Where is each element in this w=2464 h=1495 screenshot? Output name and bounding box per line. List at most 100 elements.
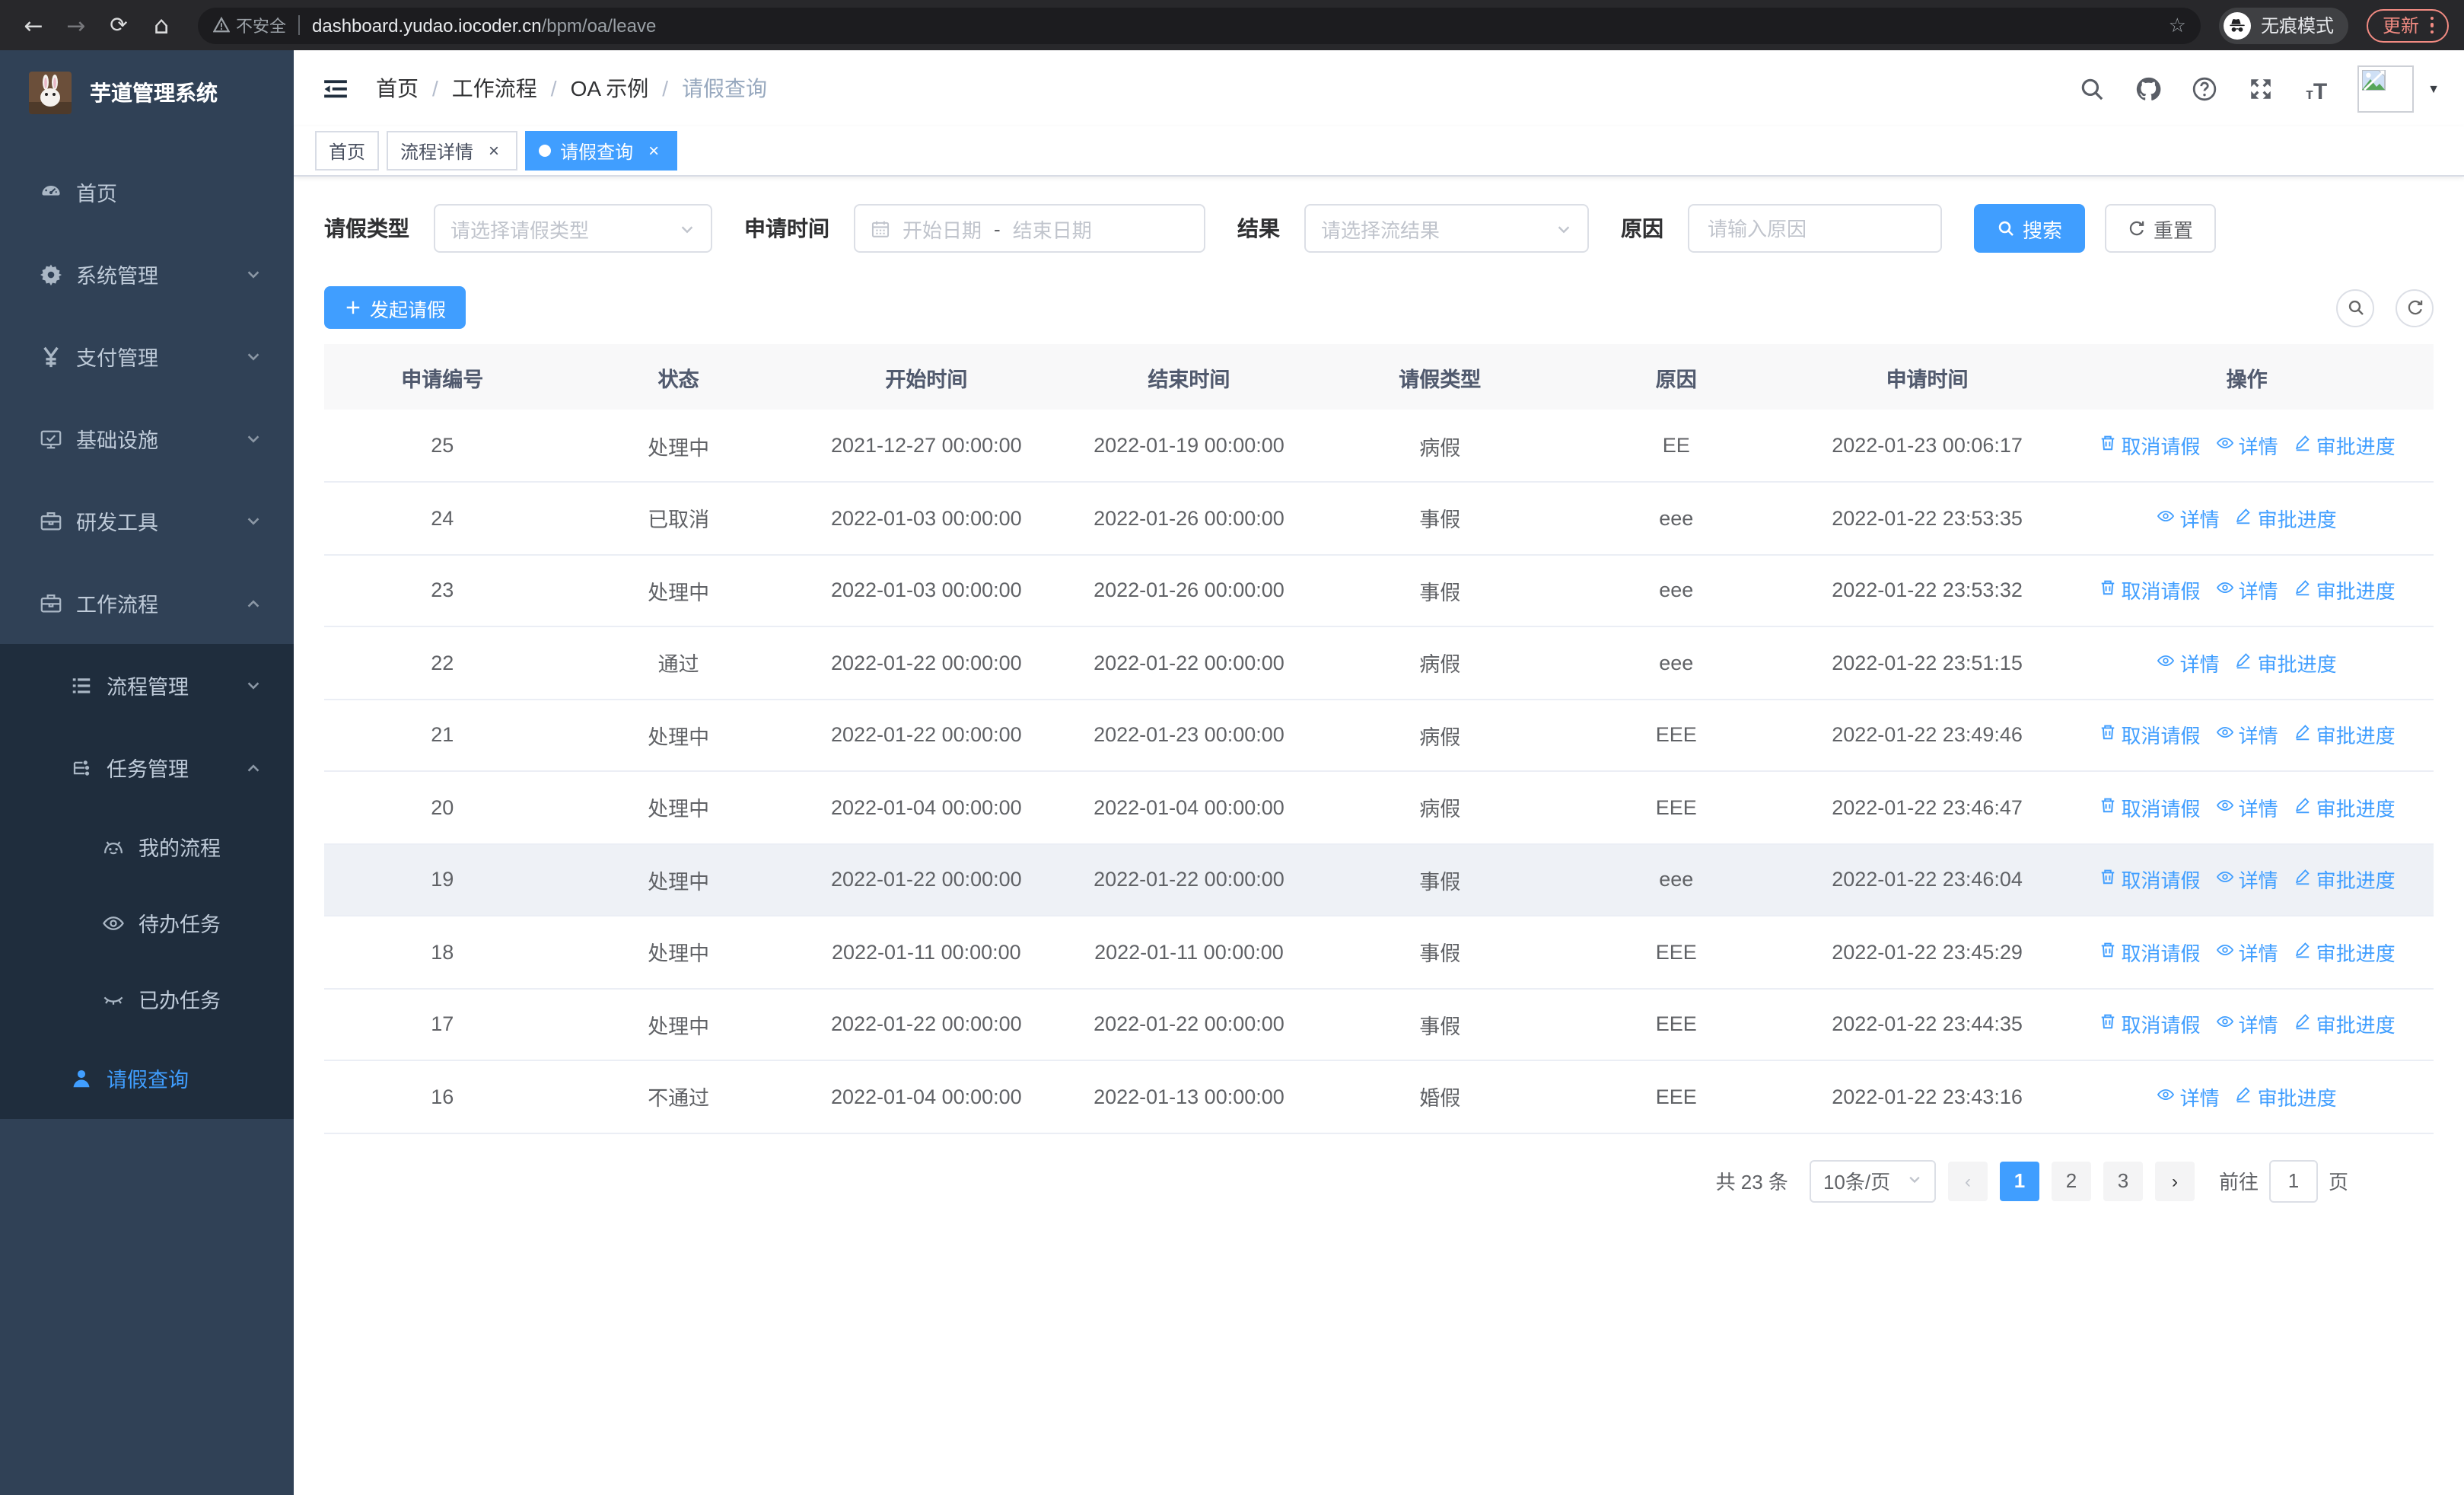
- progress-action-link[interactable]: 审批进度: [2294, 721, 2396, 750]
- detail-action-link[interactable]: 详情: [2216, 793, 2278, 822]
- eye-icon: [2216, 579, 2234, 602]
- sidebar-item-3-yen[interactable]: 支付管理: [0, 315, 294, 397]
- prev-page-button[interactable]: ‹: [1947, 1161, 1988, 1200]
- sidebar-item-8-flow[interactable]: 任务管理: [0, 726, 294, 808]
- cell-end: 2022-01-19 00:00:00: [1055, 410, 1323, 483]
- reason-input[interactable]: [1705, 215, 1925, 241]
- progress-action-link[interactable]: 审批进度: [2294, 865, 2396, 894]
- reset-button[interactable]: 重置: [2105, 204, 2217, 253]
- cell-applied: 2022-01-23 00:06:17: [1794, 410, 2061, 483]
- progress-action-link[interactable]: 审批进度: [2294, 431, 2396, 460]
- progress-action-link[interactable]: 审批进度: [2235, 504, 2337, 533]
- cell-reason: EE: [1558, 410, 1794, 483]
- action-label: 审批进度: [2316, 797, 2396, 821]
- detail-action-link[interactable]: 详情: [2216, 938, 2278, 967]
- detail-action-link[interactable]: 详情: [2157, 649, 2220, 677]
- sidebar-item-10-eye[interactable]: 待办任务: [0, 885, 294, 961]
- cancel-action-link[interactable]: 取消请假: [2099, 938, 2201, 967]
- cancel-action-link[interactable]: 取消请假: [2099, 793, 2201, 822]
- tab-首页[interactable]: 首页: [315, 131, 380, 171]
- cancel-action-link[interactable]: 取消请假: [2099, 431, 2201, 460]
- avatar-caret-icon[interactable]: ▼: [2427, 81, 2440, 95]
- sidebar-item-label: 任务管理: [107, 758, 189, 781]
- tab-close-icon[interactable]: ×: [484, 141, 504, 161]
- progress-action-link[interactable]: 审批进度: [2235, 1082, 2337, 1111]
- cell-status: 不通过: [560, 1060, 797, 1133]
- home-icon[interactable]: ⌂: [143, 7, 180, 43]
- show-search-button[interactable]: [2336, 288, 2374, 327]
- next-page-button[interactable]: ›: [2154, 1161, 2195, 1200]
- fullscreen-icon[interactable]: [2245, 73, 2275, 104]
- progress-action-link[interactable]: 审批进度: [2294, 1010, 2396, 1039]
- security-warning[interactable]: 不安全: [213, 13, 286, 37]
- page-size-select[interactable]: 10条/页: [1809, 1159, 1936, 1202]
- cancel-action-link[interactable]: 取消请假: [2099, 721, 2201, 750]
- address-bar[interactable]: 不安全 dashboard.yudao.iocoder.cn /bpm/oa/l…: [198, 7, 2201, 43]
- page-button-2[interactable]: 2: [2051, 1161, 2091, 1200]
- detail-action-link[interactable]: 详情: [2216, 431, 2278, 460]
- sidebar-item-5-toolbox[interactable]: 研发工具: [0, 480, 294, 562]
- page-button-1[interactable]: 1: [1999, 1161, 2039, 1200]
- sidebar-item-4-monitor[interactable]: 基础设施: [0, 397, 294, 480]
- cell-status: 处理中: [560, 988, 797, 1061]
- table-row: 17 处理中 2022-01-22 00:00:00 2022-01-22 00:00…: [324, 988, 2434, 1061]
- sidebar-item-11-eye-closed[interactable]: 已办任务: [0, 961, 294, 1037]
- cell-actions: 取消请假 详情 审批进度: [2060, 554, 2434, 627]
- breadcrumb-item[interactable]: OA 示例: [571, 73, 649, 104]
- cell-end: 2022-01-04 00:00:00: [1055, 771, 1323, 844]
- detail-action-link[interactable]: 详情: [2157, 1082, 2220, 1111]
- page-button-3[interactable]: 3: [2103, 1161, 2143, 1200]
- action-label: 详情: [2238, 435, 2278, 458]
- reload-icon[interactable]: ⟳: [100, 7, 137, 43]
- breadcrumb-item[interactable]: 工作流程: [452, 73, 537, 104]
- browser-menu-icon[interactable]: [2430, 16, 2434, 34]
- cancel-action-link[interactable]: 取消请假: [2099, 576, 2201, 605]
- tab-close-icon[interactable]: ×: [644, 141, 664, 161]
- sidebar-item-7-list[interactable]: 流程管理: [0, 644, 294, 726]
- trash-icon: [2099, 1013, 2117, 1036]
- sidebar-collapse-icon[interactable]: [318, 72, 352, 105]
- bookmark-star-icon[interactable]: ☆: [2169, 13, 2186, 37]
- sidebar-item-1-dashboard[interactable]: 首页: [0, 151, 294, 233]
- sidebar-item-9-robot[interactable]: 我的流程: [0, 808, 294, 885]
- progress-action-link[interactable]: 审批进度: [2294, 793, 2396, 822]
- detail-action-link[interactable]: 详情: [2216, 576, 2278, 605]
- tab-流程详情[interactable]: 流程详情 ×: [387, 131, 518, 171]
- pen-icon: [2294, 434, 2312, 457]
- detail-action-link[interactable]: 详情: [2216, 865, 2278, 894]
- breadcrumb-item[interactable]: 首页: [376, 73, 419, 104]
- avatar[interactable]: [2357, 65, 2415, 112]
- back-icon[interactable]: ←: [15, 7, 52, 43]
- table-row: 21 处理中 2022-01-22 00:00:00 2022-01-23 00:00…: [324, 699, 2434, 772]
- sidebar-item-12-user[interactable]: 请假查询: [0, 1037, 294, 1119]
- detail-action-link[interactable]: 详情: [2157, 504, 2220, 533]
- sidebar-item-label: 支付管理: [76, 347, 158, 370]
- apply-time-range-picker[interactable]: 开始日期 - 结束日期: [854, 204, 1205, 253]
- tab-请假查询[interactable]: 请假查询 ×: [525, 131, 678, 171]
- result-select[interactable]: 请选择流结果: [1304, 204, 1589, 253]
- action-label: 审批进度: [2316, 725, 2396, 748]
- progress-action-link[interactable]: 审批进度: [2235, 649, 2337, 677]
- github-icon[interactable]: [2132, 73, 2163, 104]
- cancel-action-link[interactable]: 取消请假: [2099, 1010, 2201, 1039]
- detail-action-link[interactable]: 详情: [2216, 1010, 2278, 1039]
- update-button[interactable]: 更新: [2367, 8, 2449, 42]
- refresh-table-button[interactable]: [2396, 288, 2434, 327]
- goto-page-input[interactable]: 1: [2268, 1159, 2318, 1202]
- sidebar-item-6-toolbox[interactable]: 工作流程: [0, 562, 294, 644]
- question-icon[interactable]: [2189, 73, 2219, 104]
- create-leave-button[interactable]: 发起请假: [324, 286, 466, 329]
- action-label: 审批进度: [2316, 942, 2396, 965]
- sidebar-item-2-gear[interactable]: 系统管理: [0, 233, 294, 315]
- search-icon[interactable]: [2076, 73, 2106, 104]
- leave-type-select[interactable]: 请选择请假类型: [434, 204, 712, 253]
- cancel-action-link[interactable]: 取消请假: [2099, 865, 2201, 894]
- table-toolbar: 发起请假: [324, 286, 2434, 329]
- detail-action-link[interactable]: 详情: [2216, 721, 2278, 750]
- search-button[interactable]: 搜索: [1974, 204, 2086, 253]
- forward-icon[interactable]: →: [58, 7, 94, 43]
- progress-action-link[interactable]: 审批进度: [2294, 938, 2396, 967]
- font-size-icon[interactable]: тT: [2301, 73, 2332, 104]
- sidebar-item-label: 工作流程: [76, 594, 158, 617]
- progress-action-link[interactable]: 审批进度: [2294, 576, 2396, 605]
